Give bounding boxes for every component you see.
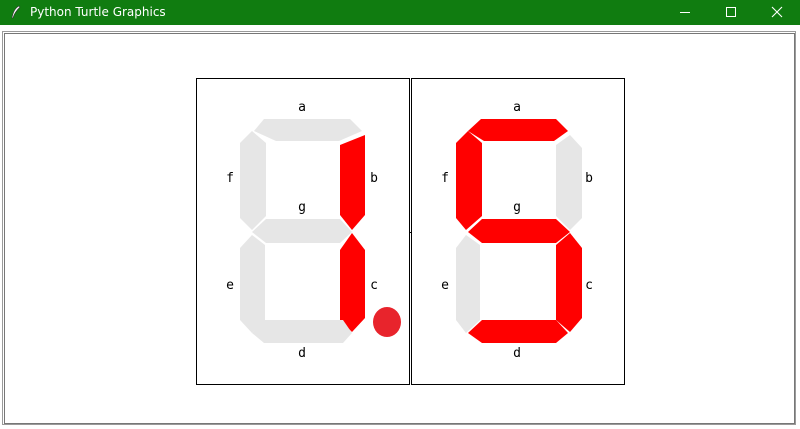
digit-1-segment-g <box>252 219 352 243</box>
digit-1-segment-a <box>254 119 362 141</box>
digit-1-segment-b <box>340 135 365 230</box>
seven-segment-display: a b c d e f g a b c d e f g <box>196 78 625 385</box>
digit-2-segment-e <box>456 235 480 333</box>
turtle-window: Python Turtle Graphics a b c d e f g a b… <box>0 0 800 429</box>
digit-2-label-b: b <box>585 171 593 186</box>
digit-1-segment-c <box>340 233 365 332</box>
digit-1-label-b: b <box>370 171 378 186</box>
digit-1-label-e: e <box>226 278 234 293</box>
digit-1-label-d: d <box>298 346 306 361</box>
digit-2-segment-g <box>468 219 570 243</box>
digit-1-segment-e <box>240 235 265 333</box>
digit-1-label-f: f <box>226 171 234 186</box>
digit-2-label-d: d <box>513 346 521 361</box>
digit-2-segment-f <box>456 131 482 230</box>
digit-1-label-a: a <box>298 100 306 115</box>
digit-2: a b c d e f g <box>411 78 625 385</box>
digit-2-segment-c <box>556 233 582 332</box>
digit-2-segment-b <box>556 135 582 230</box>
digit-1: a b c d e f g <box>196 78 410 385</box>
digit-2-label-e: e <box>441 278 449 293</box>
digit-1-segment-f <box>240 131 266 230</box>
digit-2-label-f: f <box>441 171 449 186</box>
digit-2-label-c: c <box>585 278 593 293</box>
digit-2-label-a: a <box>513 100 521 115</box>
digit-1-label-g: g <box>298 200 306 215</box>
digit-2-segment-d <box>468 320 568 343</box>
digit-2-label-g: g <box>513 200 521 215</box>
digit-1-label-c: c <box>370 278 378 293</box>
digit-2-segment-a <box>468 119 568 141</box>
digit-1-segment-d <box>252 320 352 343</box>
digit-1-decimal-point <box>373 307 401 337</box>
